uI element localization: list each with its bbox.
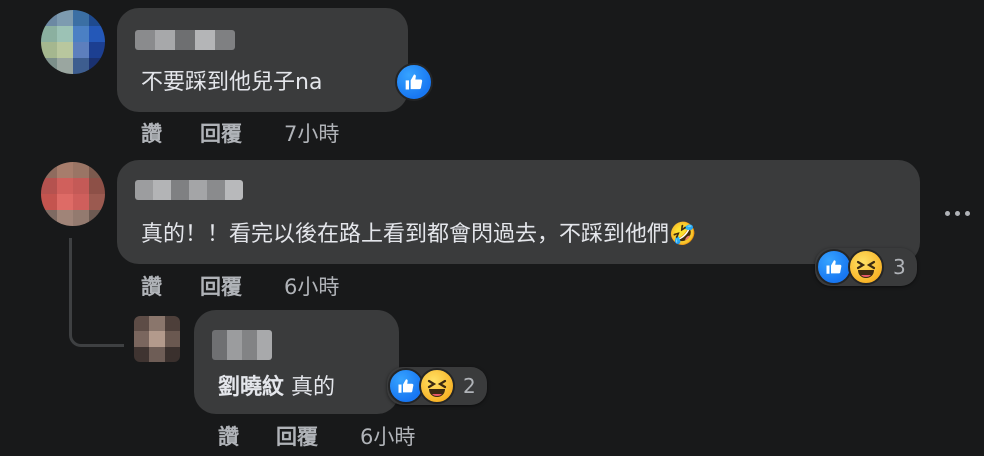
- reaction-summary[interactable]: 2: [387, 367, 487, 405]
- like-button[interactable]: 讚: [141, 271, 162, 301]
- avatar[interactable]: [41, 162, 105, 226]
- timestamp[interactable]: 7小時: [284, 118, 339, 148]
- reaction-summary[interactable]: 3: [815, 248, 917, 286]
- comment-text: 不要踩到他兒子na: [141, 70, 323, 95]
- like-button[interactable]: 讚: [218, 421, 239, 451]
- reply-bubble: 劉曉紋 真的: [194, 310, 399, 414]
- comment-bubble: 不要踩到他兒子na: [117, 8, 408, 112]
- blurred-author-name[interactable]: [135, 30, 235, 50]
- blurred-author-name[interactable]: [135, 180, 243, 200]
- reply-button[interactable]: 回覆: [200, 118, 242, 148]
- timestamp[interactable]: 6小時: [284, 271, 339, 301]
- reply-text: 劉曉紋 真的: [218, 369, 335, 401]
- like-button[interactable]: 讚: [141, 118, 162, 148]
- reaction-count: 2: [463, 374, 476, 398]
- blurred-author-name[interactable]: [212, 330, 272, 360]
- reaction-count: 3: [893, 255, 906, 279]
- avatar[interactable]: [134, 316, 180, 362]
- laughing-emoji-icon: [419, 368, 455, 404]
- reply-body: 真的: [291, 375, 336, 400]
- mentioned-user-link[interactable]: 劉曉紋: [218, 375, 284, 400]
- reply-button[interactable]: 回覆: [276, 421, 318, 451]
- avatar[interactable]: [41, 10, 105, 74]
- thread-connector-line: [69, 238, 124, 347]
- thumbs-up-icon: [816, 249, 852, 285]
- laughing-emoji-icon: [848, 249, 884, 285]
- timestamp[interactable]: 6小時: [360, 421, 415, 451]
- comment-bubble: 真的！！看完以後在路上看到都會閃過去，不踩到他們🤣: [117, 160, 920, 264]
- more-options-icon[interactable]: [945, 211, 970, 216]
- thumbs-up-icon[interactable]: [395, 63, 433, 101]
- comment-text: 真的！！看完以後在路上看到都會閃過去，不踩到他們🤣: [141, 222, 697, 247]
- reply-button[interactable]: 回覆: [200, 271, 242, 301]
